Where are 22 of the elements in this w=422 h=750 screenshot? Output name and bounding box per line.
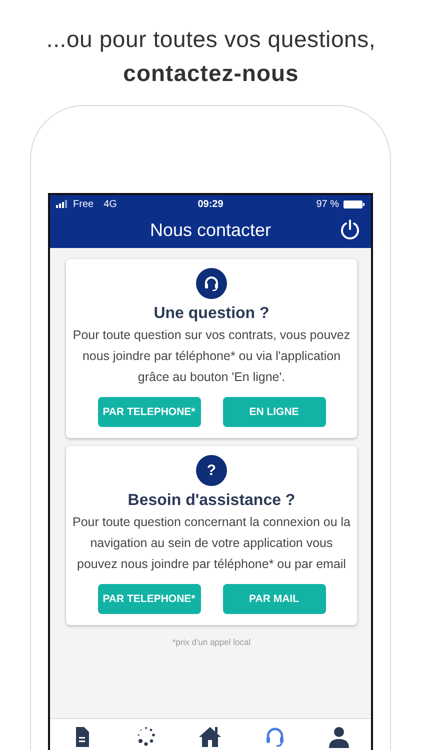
headset-icon (196, 268, 227, 299)
action-button[interactable]: EN LIGNE (222, 397, 326, 427)
action-button[interactable]: PAR MAIL (222, 584, 326, 614)
action-button[interactable]: PAR TELEPHONE* (98, 397, 200, 427)
card-description: Pour toute question sur vos contrats, vous pouvez nous joindre par téléphone* ou via l'application grâce au bouton 'En ligne'. (72, 327, 351, 386)
headline-bold-text: contactez-nous (122, 60, 300, 88)
card-title: Besoin d'assistance ? (128, 492, 296, 510)
clock-text: 09:29 (198, 198, 224, 210)
battery-text: 97 % (316, 198, 339, 210)
home-tab-icon[interactable] (197, 725, 224, 749)
action-button[interactable]: PAR TELEPHONE* (98, 584, 200, 614)
network-text: 4G (104, 198, 117, 210)
footnote-text: *prix d'un appel local (171, 637, 252, 647)
carrier-text: Free (73, 198, 94, 210)
card-description: Pour toute question concernant la connexion ou la navigation au sein de votre application vous pouvez nous joindre par téléphone* ou par email (72, 514, 351, 573)
signal-icon (56, 200, 69, 208)
headline-text: ...ou pour toutes vos questions, (45, 26, 377, 54)
help-icon: ? (196, 455, 227, 486)
header-title: Nous contacter (150, 220, 272, 241)
power-icon[interactable] (339, 219, 361, 241)
battery-icon (342, 200, 365, 208)
card-title: Une question ? (154, 305, 270, 323)
